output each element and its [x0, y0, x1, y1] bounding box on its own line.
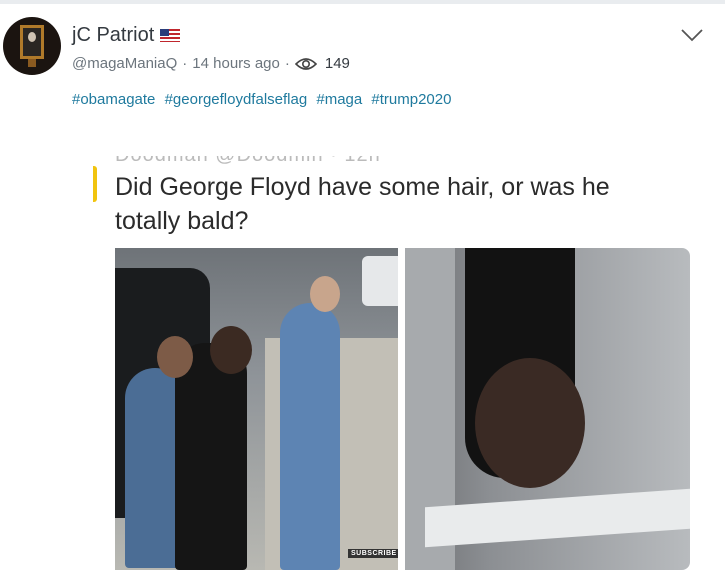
hashtag-list: #obamagate #georgefloydfalseflag #maga #…	[72, 91, 456, 108]
us-flag-icon	[160, 29, 181, 42]
author-name[interactable]: jC Patriot	[72, 24, 154, 47]
post-meta: @magaManiaQ · 14 hours ago · 149	[72, 55, 350, 72]
photo-head-center	[210, 326, 252, 374]
hashtag-link[interactable]: #trump2020	[371, 91, 451, 108]
photo-police-car	[362, 256, 398, 306]
avatar-portrait-frame	[20, 25, 44, 59]
photo-head-right	[310, 276, 340, 312]
chevron-down-icon[interactable]	[680, 27, 704, 43]
subscribe-watermark: SUBSCRIBE	[348, 549, 398, 558]
photo-man-center	[175, 343, 247, 570]
author-name-row: jC Patriot	[72, 24, 181, 47]
post-time[interactable]: 14 hours ago	[192, 55, 280, 72]
quote-accent-bar	[93, 166, 97, 202]
photo-face	[475, 358, 585, 488]
arrest-photo: SUBSCRIBE	[115, 248, 398, 570]
ground-photo	[405, 248, 690, 570]
hashtag-link[interactable]: #obamagate	[72, 91, 155, 108]
hashtag-link[interactable]: #maga	[316, 91, 362, 108]
cropped-header-text: Doodman @Doodmin · 12h	[115, 156, 381, 167]
top-divider	[0, 0, 725, 4]
photo-officer-right	[280, 303, 340, 570]
photo-head-left	[157, 336, 193, 378]
hashtag-link[interactable]: #georgefloydfalseflag	[165, 91, 308, 108]
photo-curb	[425, 488, 690, 548]
avatar-portrait-face	[28, 32, 36, 42]
meta-separator: ·	[284, 55, 290, 72]
author-handle[interactable]: @magaManiaQ	[72, 55, 177, 72]
avatar[interactable]	[3, 17, 61, 75]
image-question-text: Did George Floyd have some hair, or was …	[115, 173, 610, 235]
avatar-portrait-stand	[28, 59, 36, 67]
view-count: 149	[324, 55, 350, 72]
meta-separator: ·	[182, 55, 188, 72]
post-image[interactable]: Doodman @Doodmin · 12h Did George Floyd …	[93, 156, 693, 573]
eye-icon	[294, 57, 317, 70]
